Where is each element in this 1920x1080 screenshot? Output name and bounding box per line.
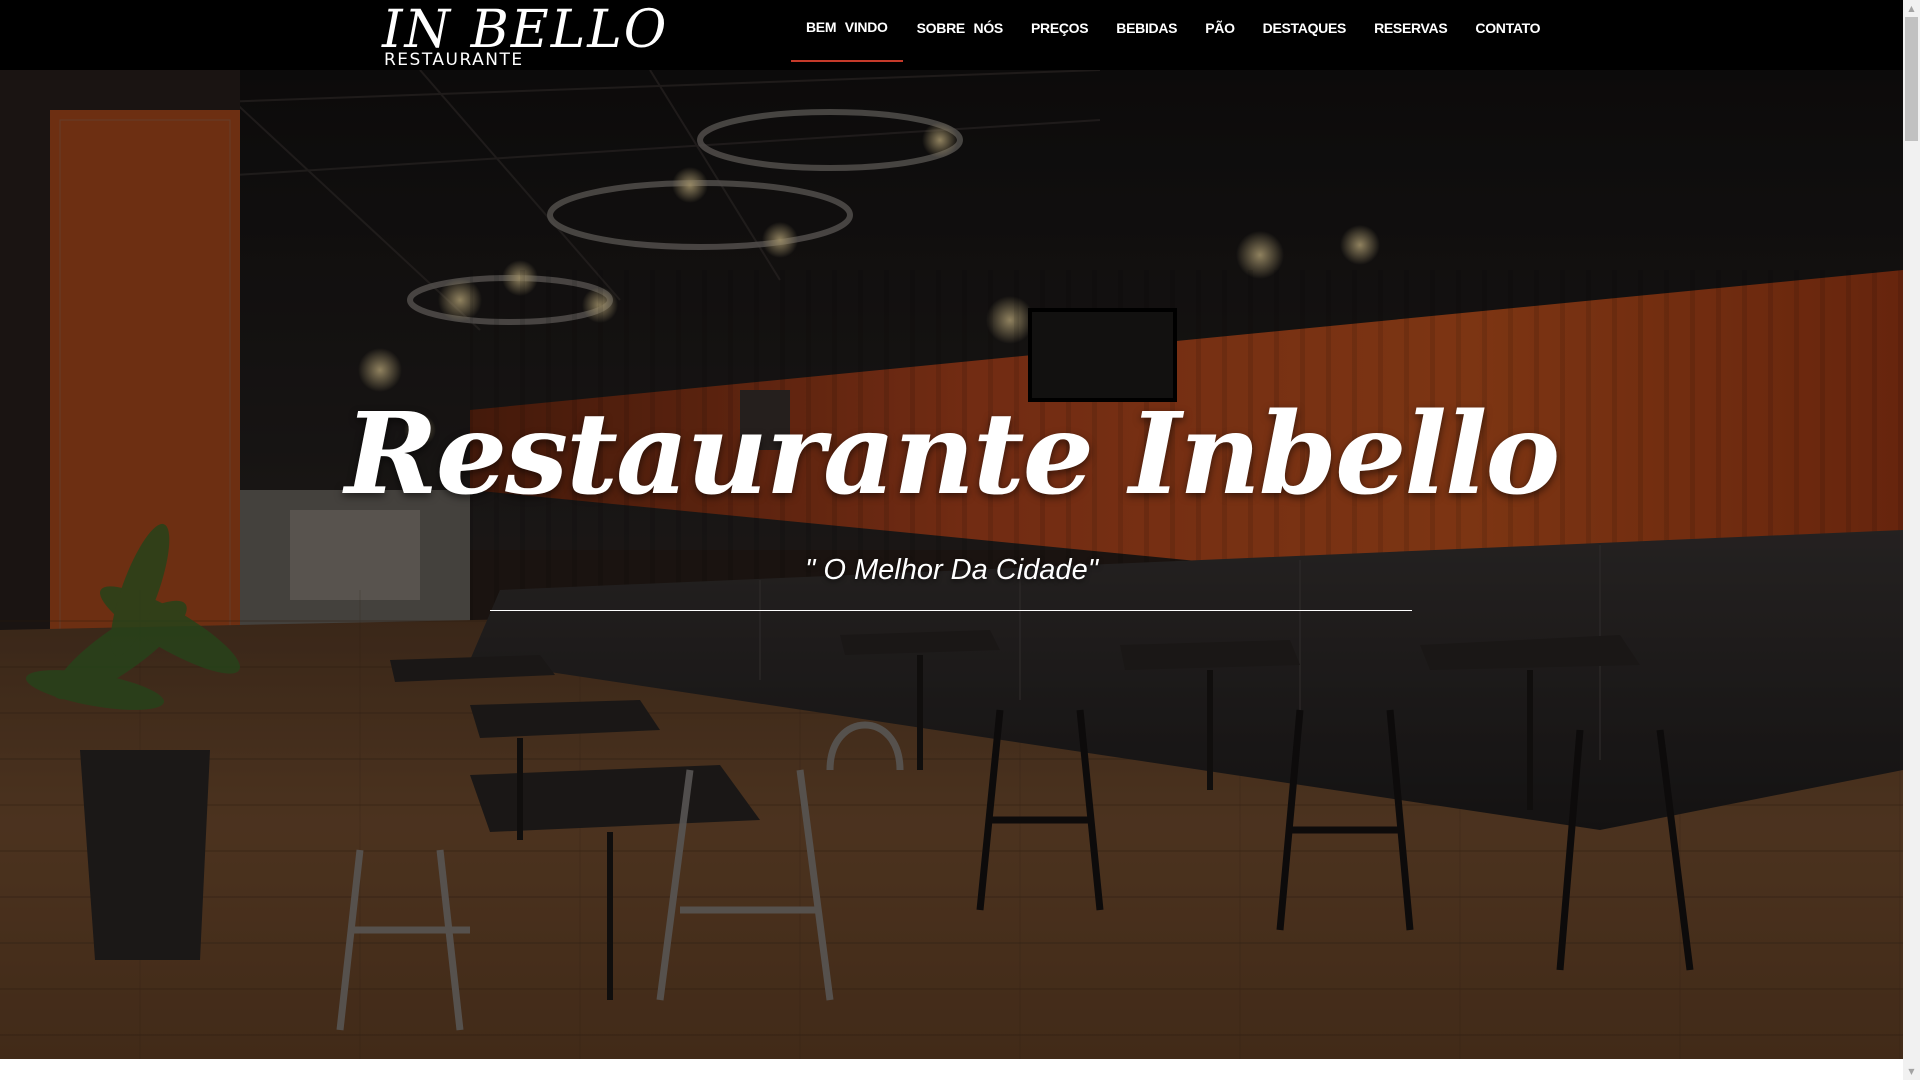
nav-item-label: PREÇOS (1030, 20, 1089, 36)
nav-item-label: BEM VINDO (806, 19, 888, 35)
page-scrollbar[interactable]: ▲ ▼ (1903, 0, 1920, 1080)
nav-item-label: SOBRE NÓS (916, 20, 1004, 36)
nav-item-precos[interactable]: PREÇOS (1017, 0, 1102, 62)
nav-item-bem-vindo[interactable]: BEM VINDO (791, 0, 903, 62)
nav-item-sobre-nos[interactable]: SOBRE NÓS (903, 0, 1017, 62)
nav-item-label: BEBIDAS (1116, 20, 1178, 36)
hero-subtitle: " O Melhor Da Cidade" (805, 554, 1098, 586)
nav-item-label: RESERVAS (1374, 20, 1448, 36)
scrollbar-thumb[interactable] (1905, 17, 1918, 141)
nav-item-label: CONTATO (1475, 20, 1541, 36)
nav-item-contato[interactable]: CONTATO (1461, 0, 1554, 62)
page: IN BELLO RESTAURANTE BEM VINDO SOBRE NÓS… (0, 0, 1920, 1080)
brand-tagline: RESTAURANTE (384, 50, 524, 70)
hero-title: Restaurante Inbello (344, 389, 1560, 520)
nav-item-destaques[interactable]: DESTAQUES (1249, 0, 1360, 62)
main-nav: BEM VINDO SOBRE NÓS PREÇOS BEBIDAS PÃO D… (791, 0, 1554, 62)
scroll-up-arrow-icon[interactable]: ▲ (1903, 0, 1920, 17)
brand-logo[interactable]: IN BELLO RESTAURANTE (382, 0, 666, 70)
hero-divider (490, 610, 1412, 611)
nav-item-label: PÃO (1205, 20, 1235, 36)
nav-item-reservas[interactable]: RESERVAS (1360, 0, 1461, 62)
nav-item-bebidas[interactable]: BEBIDAS (1102, 0, 1191, 62)
nav-item-pao[interactable]: PÃO (1191, 0, 1248, 62)
scroll-down-arrow-icon[interactable]: ▼ (1903, 1063, 1920, 1080)
nav-item-label: DESTAQUES (1262, 20, 1347, 36)
hero-section: Restaurante Inbello " O Melhor Da Cidade… (0, 70, 1903, 1059)
top-navbar: IN BELLO RESTAURANTE BEM VINDO SOBRE NÓS… (0, 0, 1903, 70)
